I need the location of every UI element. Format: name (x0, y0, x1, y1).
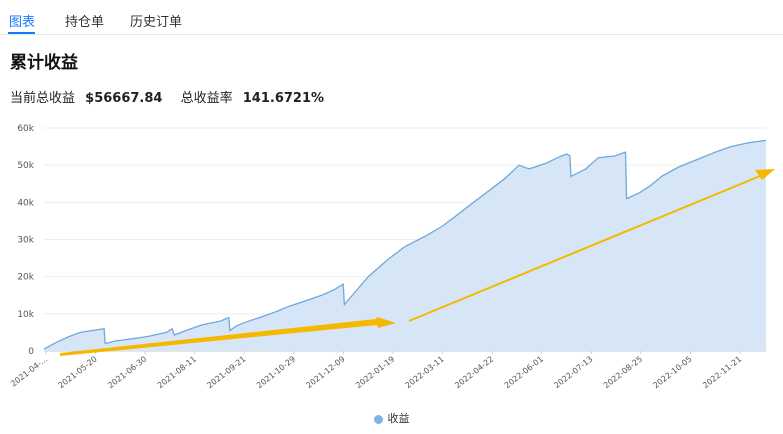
legend-label[interactable]: 收益 (388, 412, 410, 425)
profit-rate-value: 141.6721% (242, 91, 325, 106)
legend-marker[interactable] (373, 414, 383, 424)
current-profit-label: 当前总收益 (10, 91, 76, 106)
x-tick-label: 2021-09-21 (205, 354, 247, 390)
x-tick-label: 2021-12-09 (304, 354, 346, 390)
y-tick-label: 20k (17, 273, 34, 283)
x-tick-label: 2022-03-11 (404, 354, 446, 390)
profit-rate-label: 总收益率 (180, 91, 233, 106)
x-tick-label: 2022-07-13 (552, 354, 594, 390)
tab-chart[interactable]: 图表 (9, 11, 35, 30)
x-tick-label: 2022-04-22 (453, 354, 495, 390)
x-tick-label: 2022-08-25 (602, 354, 644, 390)
x-tick-label: 2022-11-21 (701, 354, 743, 390)
y-tick-label: 10k (17, 310, 34, 320)
x-tick-label: 2021-04-... (9, 354, 49, 388)
tab-order-history[interactable]: 历史订单 (130, 11, 182, 30)
page-title: 累计收益 (10, 53, 78, 73)
x-tick-label: 2022-06-01 (503, 354, 545, 390)
tab-bar: 图表 持仓单 历史订单 (0, 0, 783, 35)
y-tick-label: 60k (17, 124, 34, 134)
x-tick-label: 2022-01-19 (354, 354, 396, 390)
y-tick-label: 0 (28, 347, 34, 357)
y-tick-label: 40k (17, 198, 34, 208)
current-profit-value: $56667.84 (85, 91, 163, 106)
x-tick-label: 2021-05-20 (57, 354, 99, 390)
cumulative-profit-chart: 0 10k 20k 30k 40k 50k 60k 2021-04-... 2021-05-20… (9, 124, 775, 390)
y-tick-label: 30k (17, 236, 34, 246)
x-tick-label: 2022-10-05 (651, 354, 693, 390)
active-tab-indicator (8, 32, 35, 34)
y-tick-label: 50k (17, 161, 34, 171)
tab-positions[interactable]: 持仓单 (65, 11, 104, 30)
x-tick-label: 2021-06-30 (106, 354, 148, 390)
x-tick-label: 2021-10-29 (255, 354, 297, 390)
profit-area (44, 140, 766, 351)
x-tick-label: 2021-08-11 (156, 354, 198, 390)
chart-legend: 收益 (0, 410, 783, 426)
profit-summary: 当前总收益 $56667.84 总收益率 141.6721% (10, 87, 338, 106)
